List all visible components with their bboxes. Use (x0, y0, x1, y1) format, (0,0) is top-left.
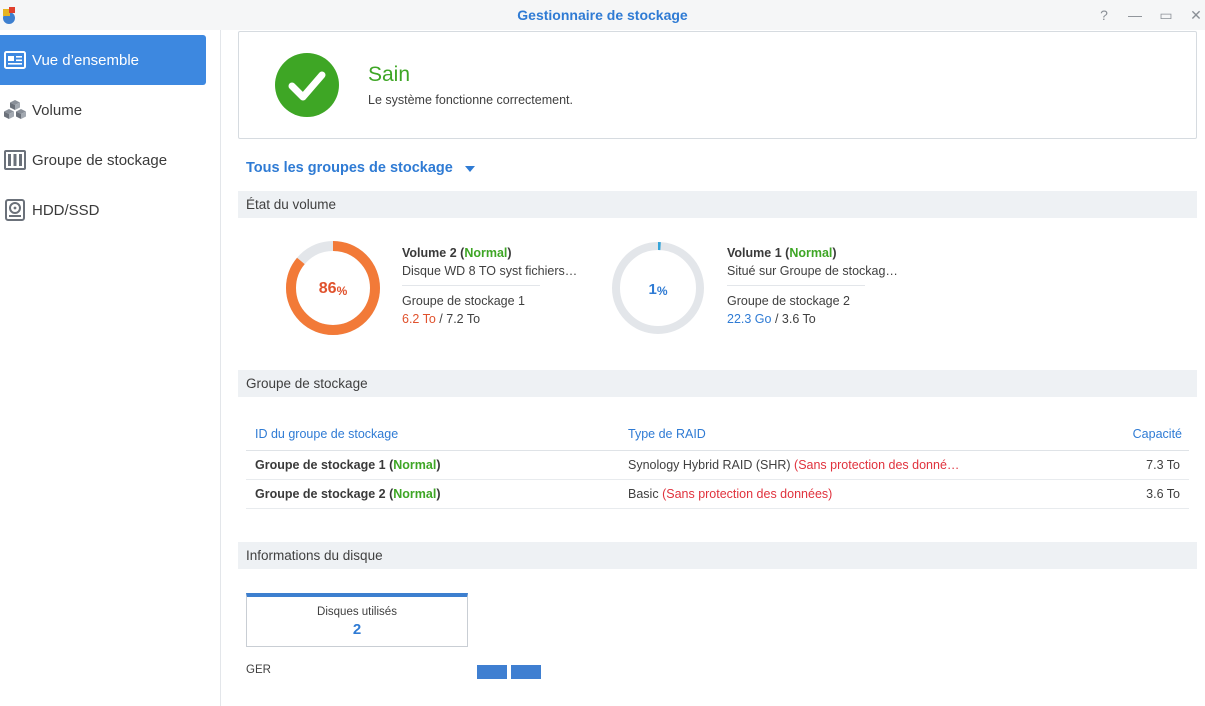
volume-pool: Groupe de stockage 2 (727, 294, 850, 308)
sidebar-item-label: Volume (32, 101, 83, 119)
volume-description: Disque WD 8 TO syst fichiers… (402, 264, 578, 278)
help-button[interactable]: ? (1095, 6, 1113, 24)
disk-slot[interactable] (511, 665, 541, 679)
maximize-button[interactable]: ▭ (1157, 6, 1175, 24)
raid-type-cell: Synology Hybrid RAID (SHR) (Sans protect… (628, 458, 960, 472)
health-status-description: Le système fonctionne correctement. (368, 93, 573, 107)
disks-used-card[interactable]: Disques utilisés 2 (246, 593, 468, 647)
cubes-icon (4, 99, 26, 121)
volume-status: Normal (464, 246, 508, 260)
divider (402, 285, 540, 286)
sidebar-item-hdd-ssd[interactable]: HDD/SSD (0, 185, 206, 235)
volume-usage-percent: 1% (648, 280, 668, 298)
storage-pool-table: ID du groupe de stockage Type de RAID Ca… (246, 420, 1189, 509)
sidebar-item-label: Groupe de stockage (32, 151, 168, 169)
column-header-raid[interactable]: Type de RAID (628, 420, 706, 448)
volume-title: Volume 1 (Normal) (727, 246, 837, 260)
volume-status: Normal (789, 246, 833, 260)
disks-used-count: 2 (352, 621, 362, 638)
volume-title: Volume 2 (Normal) (402, 246, 512, 260)
sidebar: Vue d’ensemble Volume Groupe de stockage… (0, 30, 221, 706)
column-header-id[interactable]: ID du groupe de stockage (255, 420, 398, 448)
volume-pool: Groupe de stockage 1 (402, 294, 525, 308)
section-header-volume-state: État du volume (238, 191, 1197, 218)
volume-info: Volume 2 (Normal) Disque WD 8 TO syst fi… (402, 244, 577, 328)
volume-usage: 22.3 Go / 3.6 To (727, 312, 816, 326)
sidebar-item-label: Vue d’ensemble (32, 51, 140, 69)
capacity-cell: 3.6 To (1146, 487, 1180, 501)
volume-info: Volume 1 (Normal) Situé sur Groupe de st… (727, 244, 898, 328)
table-header: ID du groupe de stockage Type de RAID Ca… (246, 420, 1189, 451)
sidebar-item-storage-pool[interactable]: Groupe de stockage (0, 135, 206, 185)
pool-name-cell: Groupe de stockage 2 (Normal) (255, 487, 441, 501)
title-bar: Gestionnaire de stockage ? — ▭ ✕ (0, 0, 1205, 30)
system-health-card: Sain Le système fonctionne correctement. (238, 31, 1197, 139)
disks-used-label: Disques utilisés (317, 606, 397, 618)
disk-group-label: GER (246, 664, 271, 676)
hdd-icon (4, 199, 26, 221)
table-row[interactable]: Groupe de stockage 2 (Normal) Basic (San… (246, 480, 1189, 509)
check-circle-icon (275, 53, 339, 117)
section-header-storage-pool: Groupe de stockage (238, 370, 1197, 397)
volume-description: Situé sur Groupe de stockag… (727, 264, 898, 278)
minimize-button[interactable]: — (1126, 6, 1144, 24)
sidebar-item-label: HDD/SSD (32, 201, 100, 219)
raid-type-cell: Basic (Sans protection des données) (628, 487, 833, 501)
disk-slot[interactable] (477, 665, 507, 679)
pool-name-cell: Groupe de stockage 1 (Normal) (255, 458, 441, 472)
volume-usage-percent: 86% (318, 280, 348, 298)
table-row[interactable]: Groupe de stockage 1 (Normal) Synology H… (246, 451, 1189, 480)
storage-pool-icon (4, 149, 26, 171)
overview-icon (4, 49, 26, 71)
column-header-capacity[interactable]: Capacité (1133, 420, 1182, 448)
sidebar-item-volume[interactable]: Volume (0, 85, 206, 135)
volume-usage: 6.2 To / 7.2 To (402, 312, 481, 326)
storage-group-filter-dropdown[interactable]: Tous les groupes de stockage (246, 160, 475, 176)
window-title: Gestionnaire de stockage (517, 7, 688, 23)
close-button[interactable]: ✕ (1187, 6, 1205, 24)
chevron-down-icon (464, 166, 475, 172)
capacity-cell: 7.3 To (1146, 458, 1180, 472)
section-header-disk-info: Informations du disque (238, 542, 1197, 569)
divider (727, 285, 865, 286)
sidebar-item-overview[interactable]: Vue d’ensemble (0, 35, 206, 85)
health-status-title: Sain (368, 63, 411, 86)
filter-label: Tous les groupes de stockage (246, 160, 453, 176)
